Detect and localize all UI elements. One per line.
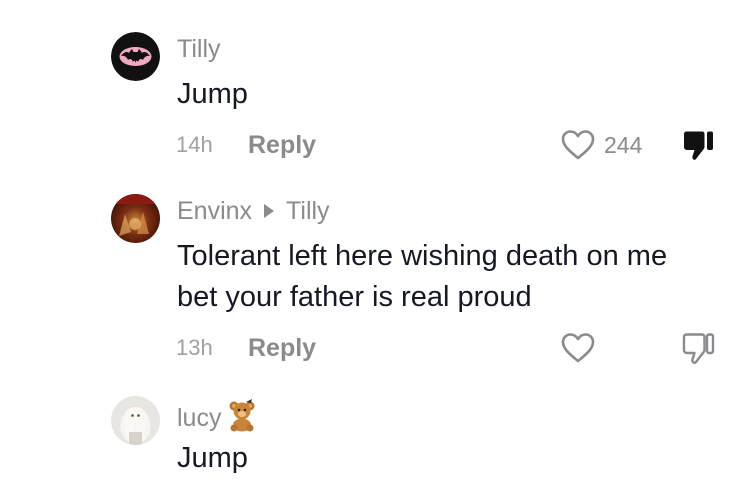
- thumbs-down-filled-icon: [683, 131, 713, 160]
- dark-red-photo-avatar: [111, 194, 160, 243]
- doll-photo-avatar: [111, 396, 160, 445]
- like-button[interactable]: 244: [560, 129, 642, 161]
- comment-text: Tolerant left here wishing death on me b…: [177, 236, 737, 318]
- comment-timestamp: 14h: [176, 132, 213, 157]
- author-name[interactable]: lucy: [177, 404, 221, 432]
- avatar[interactable]: [111, 396, 160, 445]
- dislike-button[interactable]: [680, 331, 716, 367]
- reply-button[interactable]: Reply: [248, 130, 316, 160]
- dislike-button[interactable]: [680, 128, 716, 164]
- comment-text: Jump: [177, 78, 248, 110]
- author-name[interactable]: Tilly: [177, 35, 221, 63]
- batman-logo-icon: [111, 32, 160, 81]
- teddy-bear-emoji: [229, 399, 255, 432]
- teddy-bear-icon: [225, 398, 259, 439]
- reply-to-name[interactable]: Tilly: [286, 197, 330, 225]
- thumbs-down-outline-icon: [682, 333, 715, 364]
- reply-button[interactable]: Reply: [248, 333, 316, 363]
- author-name[interactable]: Envinx: [177, 197, 252, 225]
- reply-arrow-icon: [264, 204, 275, 218]
- comment-text-line: bet your father is real proud: [177, 281, 532, 313]
- like-button[interactable]: [560, 332, 596, 364]
- heart-outline-icon: [561, 333, 595, 363]
- comment-timestamp: 13h: [176, 335, 213, 360]
- comment-text-line: Tolerant left here wishing death on me: [177, 240, 668, 272]
- comment-text: Jump: [177, 442, 248, 474]
- comment-author: lucy: [177, 398, 259, 439]
- like-count: 244: [604, 131, 643, 158]
- comment-author: Envinx Tilly: [177, 196, 330, 226]
- heart-outline-icon: [561, 130, 595, 160]
- avatar[interactable]: [111, 32, 160, 81]
- comment-author[interactable]: Tilly: [177, 34, 221, 64]
- avatar[interactable]: [111, 194, 160, 243]
